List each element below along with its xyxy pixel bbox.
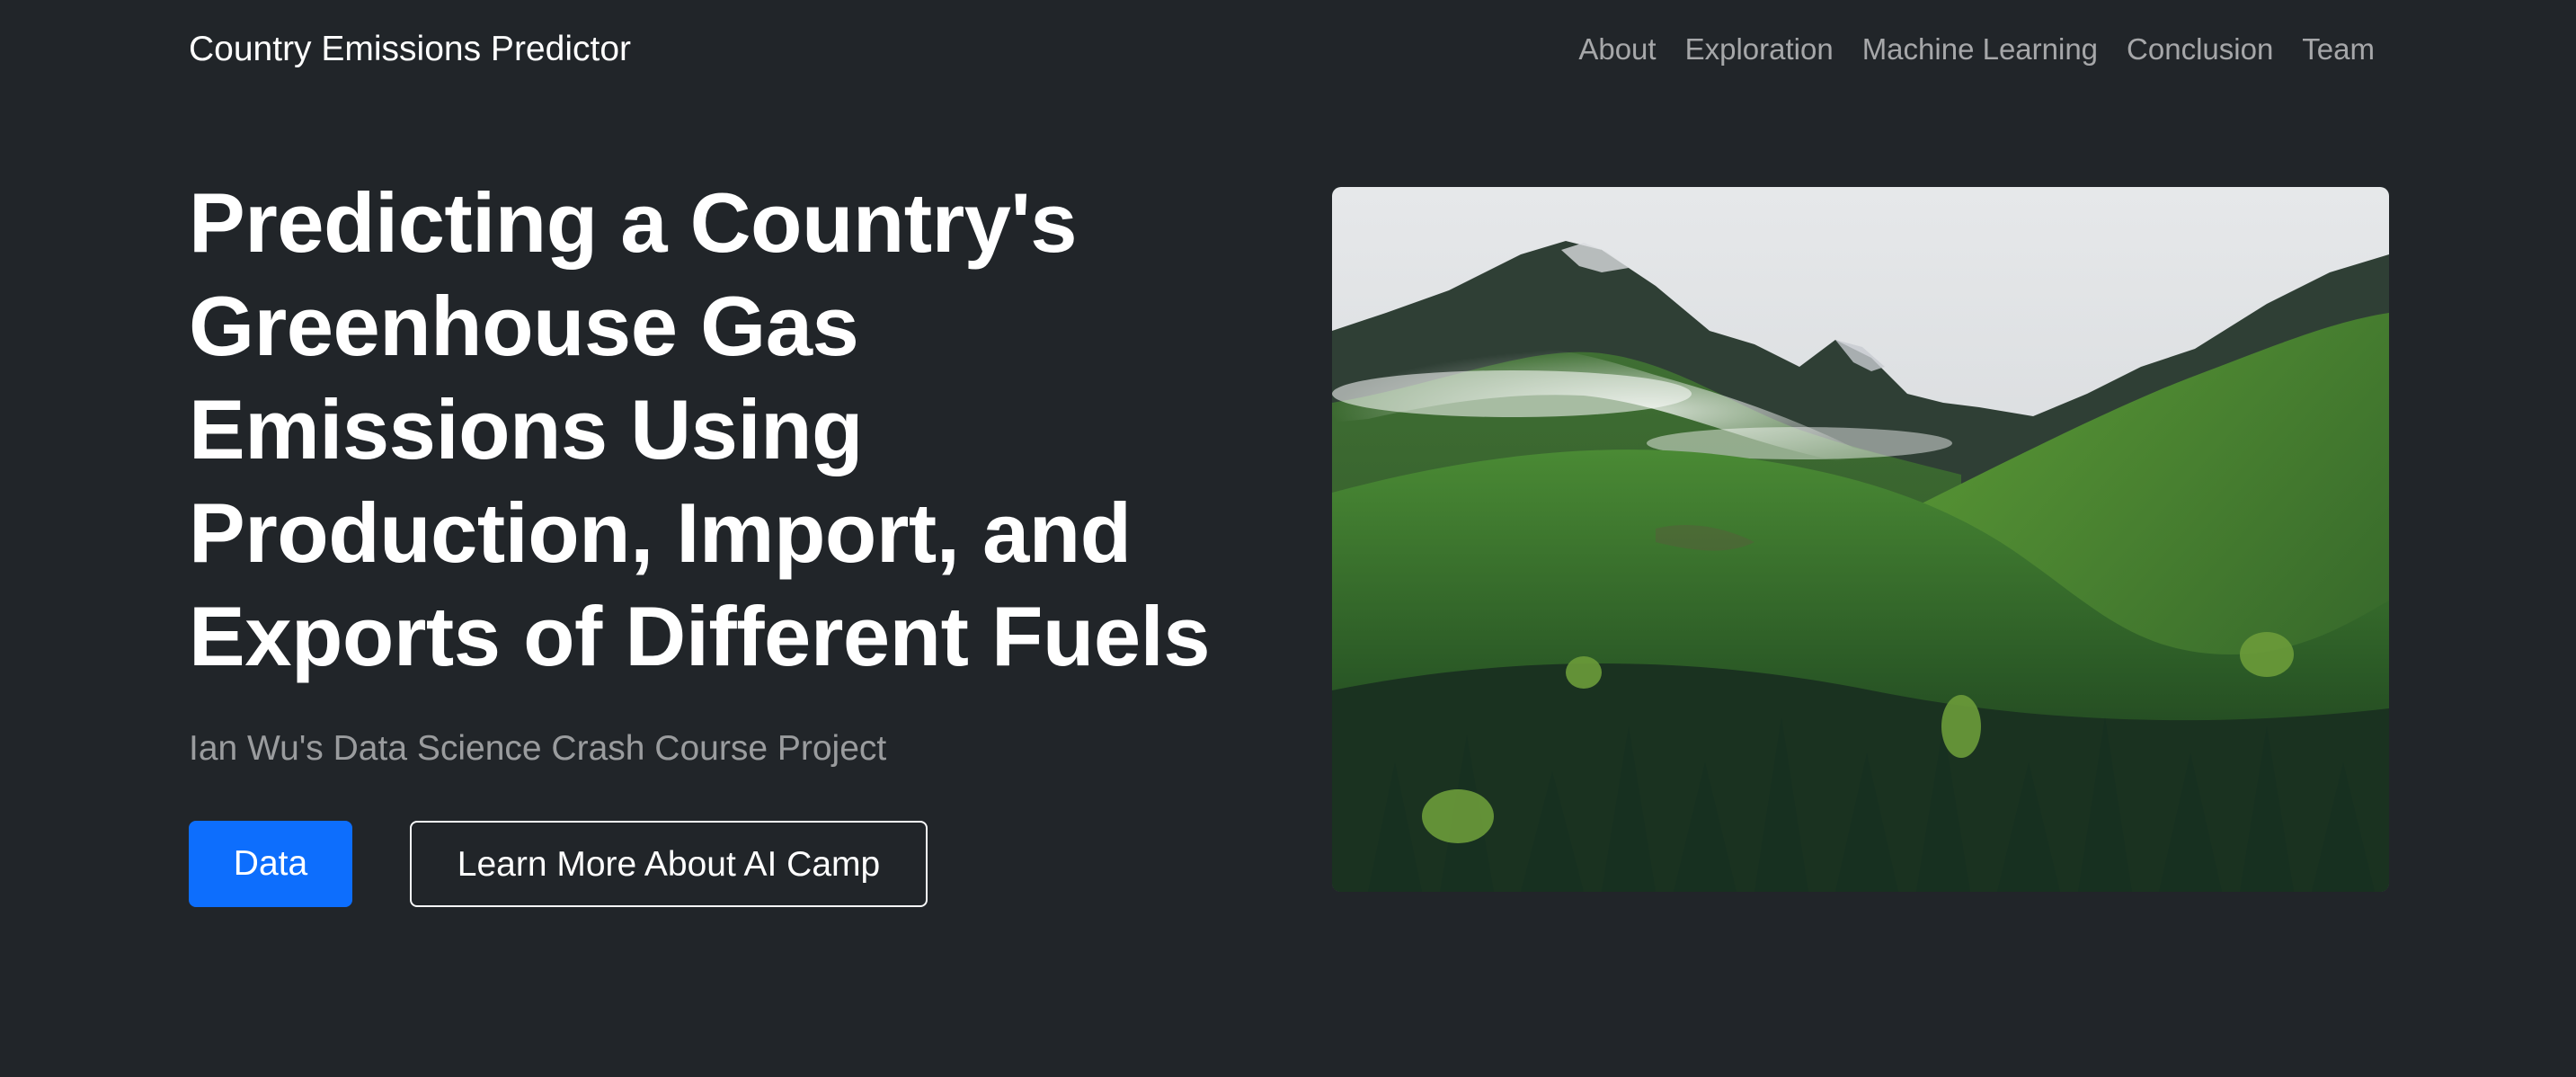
- hero-title-line: Emissions Using: [189, 382, 863, 476]
- hero-title-line: Predicting a Country's: [189, 175, 1078, 270]
- nav-link-about[interactable]: About: [1578, 27, 1656, 72]
- hero-image-forest-mountains: [1332, 187, 2389, 892]
- hero-title-line: Production, Import, and: [189, 485, 1132, 580]
- hero-title-line: Greenhouse Gas: [189, 279, 859, 373]
- hero-section: Predicting a Country's Greenhouse Gas Em…: [189, 171, 1312, 776]
- nav-link-team[interactable]: Team: [2302, 27, 2375, 72]
- nav-link-exploration[interactable]: Exploration: [1685, 27, 1834, 72]
- hero-buttons: Data Learn More About AI Camp: [189, 821, 928, 907]
- brand-link[interactable]: Country Emissions Predictor: [189, 27, 631, 72]
- data-button[interactable]: Data: [189, 821, 352, 907]
- nav-link-machine-learning[interactable]: Machine Learning: [1862, 27, 2098, 72]
- learn-more-ai-camp-button[interactable]: Learn More About AI Camp: [410, 821, 928, 907]
- nav-link-conclusion[interactable]: Conclusion: [2127, 27, 2273, 72]
- forest-mountain-illustration: [1332, 187, 2389, 892]
- nav-links: About Exploration Machine Learning Concl…: [1578, 27, 2375, 72]
- hero-title: Predicting a Country's Greenhouse Gas Em…: [189, 171, 1312, 688]
- hero-title-line: Exports of Different Fuels: [189, 589, 1211, 683]
- hero-subtitle: Ian Wu's Data Science Crash Course Proje…: [189, 729, 887, 768]
- navbar: Country Emissions Predictor About Explor…: [0, 0, 2576, 99]
